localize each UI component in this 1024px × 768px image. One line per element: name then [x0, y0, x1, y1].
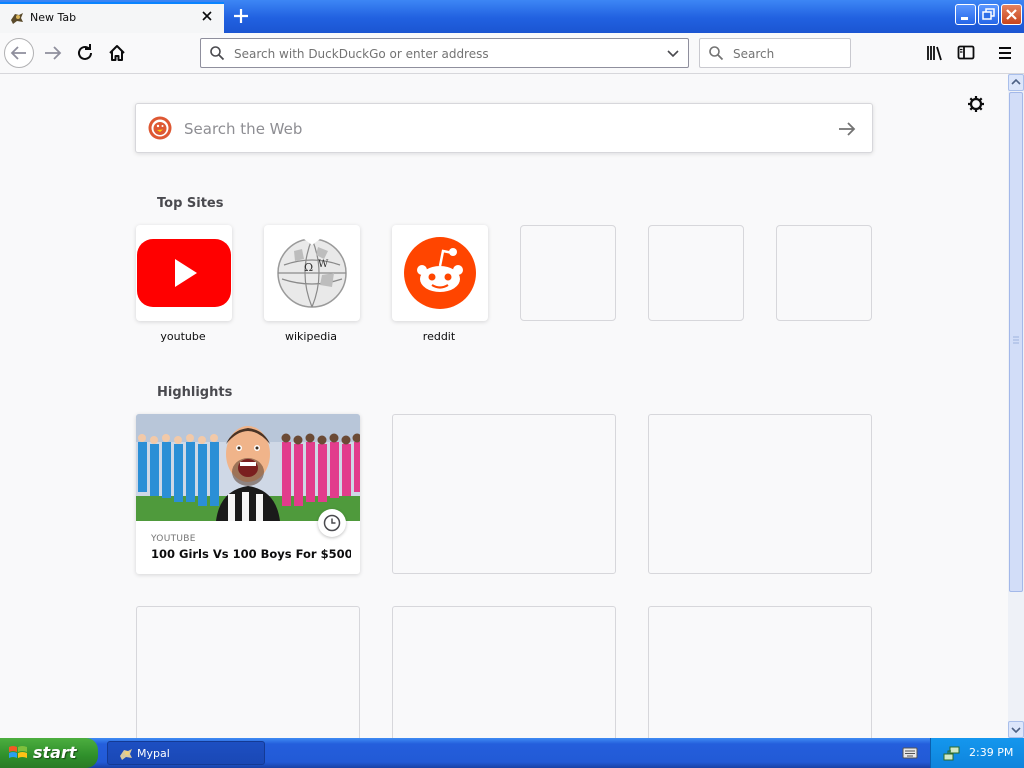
- sidebar-button[interactable]: [951, 38, 981, 68]
- top-site-reddit[interactable]: [392, 225, 488, 321]
- grip-icon: [1013, 336, 1019, 344]
- mypal-icon: [120, 749, 132, 760]
- chevron-down-icon: [1011, 727, 1021, 734]
- taskbar-clock: 2:39 PM: [969, 746, 1014, 759]
- library-icon: [927, 46, 942, 61]
- top-site-empty-slot: [776, 225, 872, 321]
- close-tab-icon[interactable]: [198, 7, 216, 25]
- search-input[interactable]: [731, 45, 845, 63]
- highlight-card[interactable]: YOUTUBE 100 Girls Vs 100 Boys For $500,0…: [136, 414, 360, 574]
- highlight-empty-slot: [648, 606, 872, 738]
- chevron-down-icon[interactable]: [665, 45, 681, 61]
- scroll-thumb[interactable]: [1009, 92, 1023, 592]
- top-sites-heading: Top Sites: [157, 196, 224, 211]
- new-tab-plus-icon[interactable]: [228, 4, 254, 28]
- start-button[interactable]: start: [0, 738, 98, 768]
- close-icon: [1006, 9, 1017, 20]
- forward-arrow-icon: [45, 46, 62, 60]
- home-icon: [109, 45, 125, 61]
- arrow-right-icon[interactable]: [836, 118, 858, 140]
- start-label: start: [33, 743, 77, 762]
- scroll-down-button[interactable]: [1008, 721, 1024, 738]
- restore-icon: [982, 8, 995, 20]
- chevron-up-icon: [1011, 78, 1021, 85]
- scroll-up-button[interactable]: [1008, 74, 1024, 91]
- minimize-icon: [961, 17, 968, 20]
- video-thumbnail: [136, 414, 360, 521]
- highlight-source: YOUTUBE: [151, 534, 196, 544]
- navigation-toolbar: [0, 33, 1024, 74]
- reload-icon: [78, 44, 92, 60]
- top-site-empty-slot: [648, 225, 744, 321]
- keyboard-icon[interactable]: [902, 746, 918, 760]
- highlight-title: 100 Girls Vs 100 Boys For $500,0...: [151, 547, 351, 561]
- close-window-button[interactable]: [1001, 4, 1022, 25]
- highlight-empty-slot: [392, 606, 616, 738]
- top-site-label: wikipedia: [284, 330, 337, 343]
- forward-button[interactable]: [38, 38, 68, 68]
- menu-button[interactable]: [990, 38, 1020, 68]
- top-site-wikipedia[interactable]: Ω W: [264, 225, 360, 321]
- address-bar[interactable]: [200, 38, 689, 68]
- svg-text:Ω: Ω: [304, 261, 313, 274]
- back-button[interactable]: [4, 38, 34, 68]
- highlights-heading: Highlights: [157, 385, 233, 400]
- wikipedia-globe-icon: Ω W: [277, 235, 347, 308]
- restore-button[interactable]: [978, 4, 999, 25]
- windows-taskbar: start Mypal 2:39 PM: [0, 738, 1024, 768]
- back-arrow-icon: [10, 46, 26, 60]
- system-tray: 2:39 PM: [930, 738, 1024, 768]
- library-button[interactable]: [920, 38, 950, 68]
- browser-titlebar: New Tab: [0, 0, 1024, 34]
- gear-icon[interactable]: [966, 94, 986, 114]
- hamburger-menu-icon: [999, 47, 1011, 59]
- network-icon[interactable]: [943, 745, 961, 761]
- tab-new-tab[interactable]: New Tab: [0, 2, 224, 34]
- search-bar[interactable]: [699, 38, 851, 68]
- sidebar-icon: [957, 45, 975, 60]
- highlight-empty-slot: [648, 414, 872, 574]
- top-site-empty-slot: [520, 225, 616, 321]
- web-search-input[interactable]: [182, 118, 806, 140]
- mypal-favicon-icon: [11, 13, 23, 24]
- top-site-label: reddit: [422, 330, 456, 343]
- highlight-empty-slot: [392, 414, 616, 574]
- new-tab-page: Top Sites youtube Ω W wikipedia: [0, 74, 1008, 738]
- home-button[interactable]: [102, 38, 132, 68]
- tab-title: New Tab: [30, 11, 77, 24]
- clock-icon: [318, 509, 346, 537]
- search-icon: [709, 46, 724, 61]
- windows-flag-icon: [9, 746, 27, 758]
- search-icon: [210, 46, 225, 61]
- youtube-logo-icon: [137, 239, 231, 307]
- address-input[interactable]: [232, 45, 656, 63]
- taskbar-item-label: Mypal: [137, 747, 170, 760]
- vertical-scrollbar[interactable]: [1008, 74, 1024, 738]
- minimize-button[interactable]: [955, 4, 976, 25]
- top-site-label: youtube: [160, 330, 206, 343]
- highlight-empty-slot: [136, 606, 360, 738]
- top-site-youtube[interactable]: [136, 225, 232, 321]
- taskbar-item-mypal[interactable]: Mypal: [107, 741, 265, 765]
- reddit-alien-icon: [404, 237, 476, 309]
- reload-button[interactable]: [70, 38, 100, 68]
- svg-text:W: W: [318, 259, 329, 270]
- web-search-box[interactable]: [135, 103, 873, 153]
- duckduckgo-logo-icon: [148, 116, 172, 140]
